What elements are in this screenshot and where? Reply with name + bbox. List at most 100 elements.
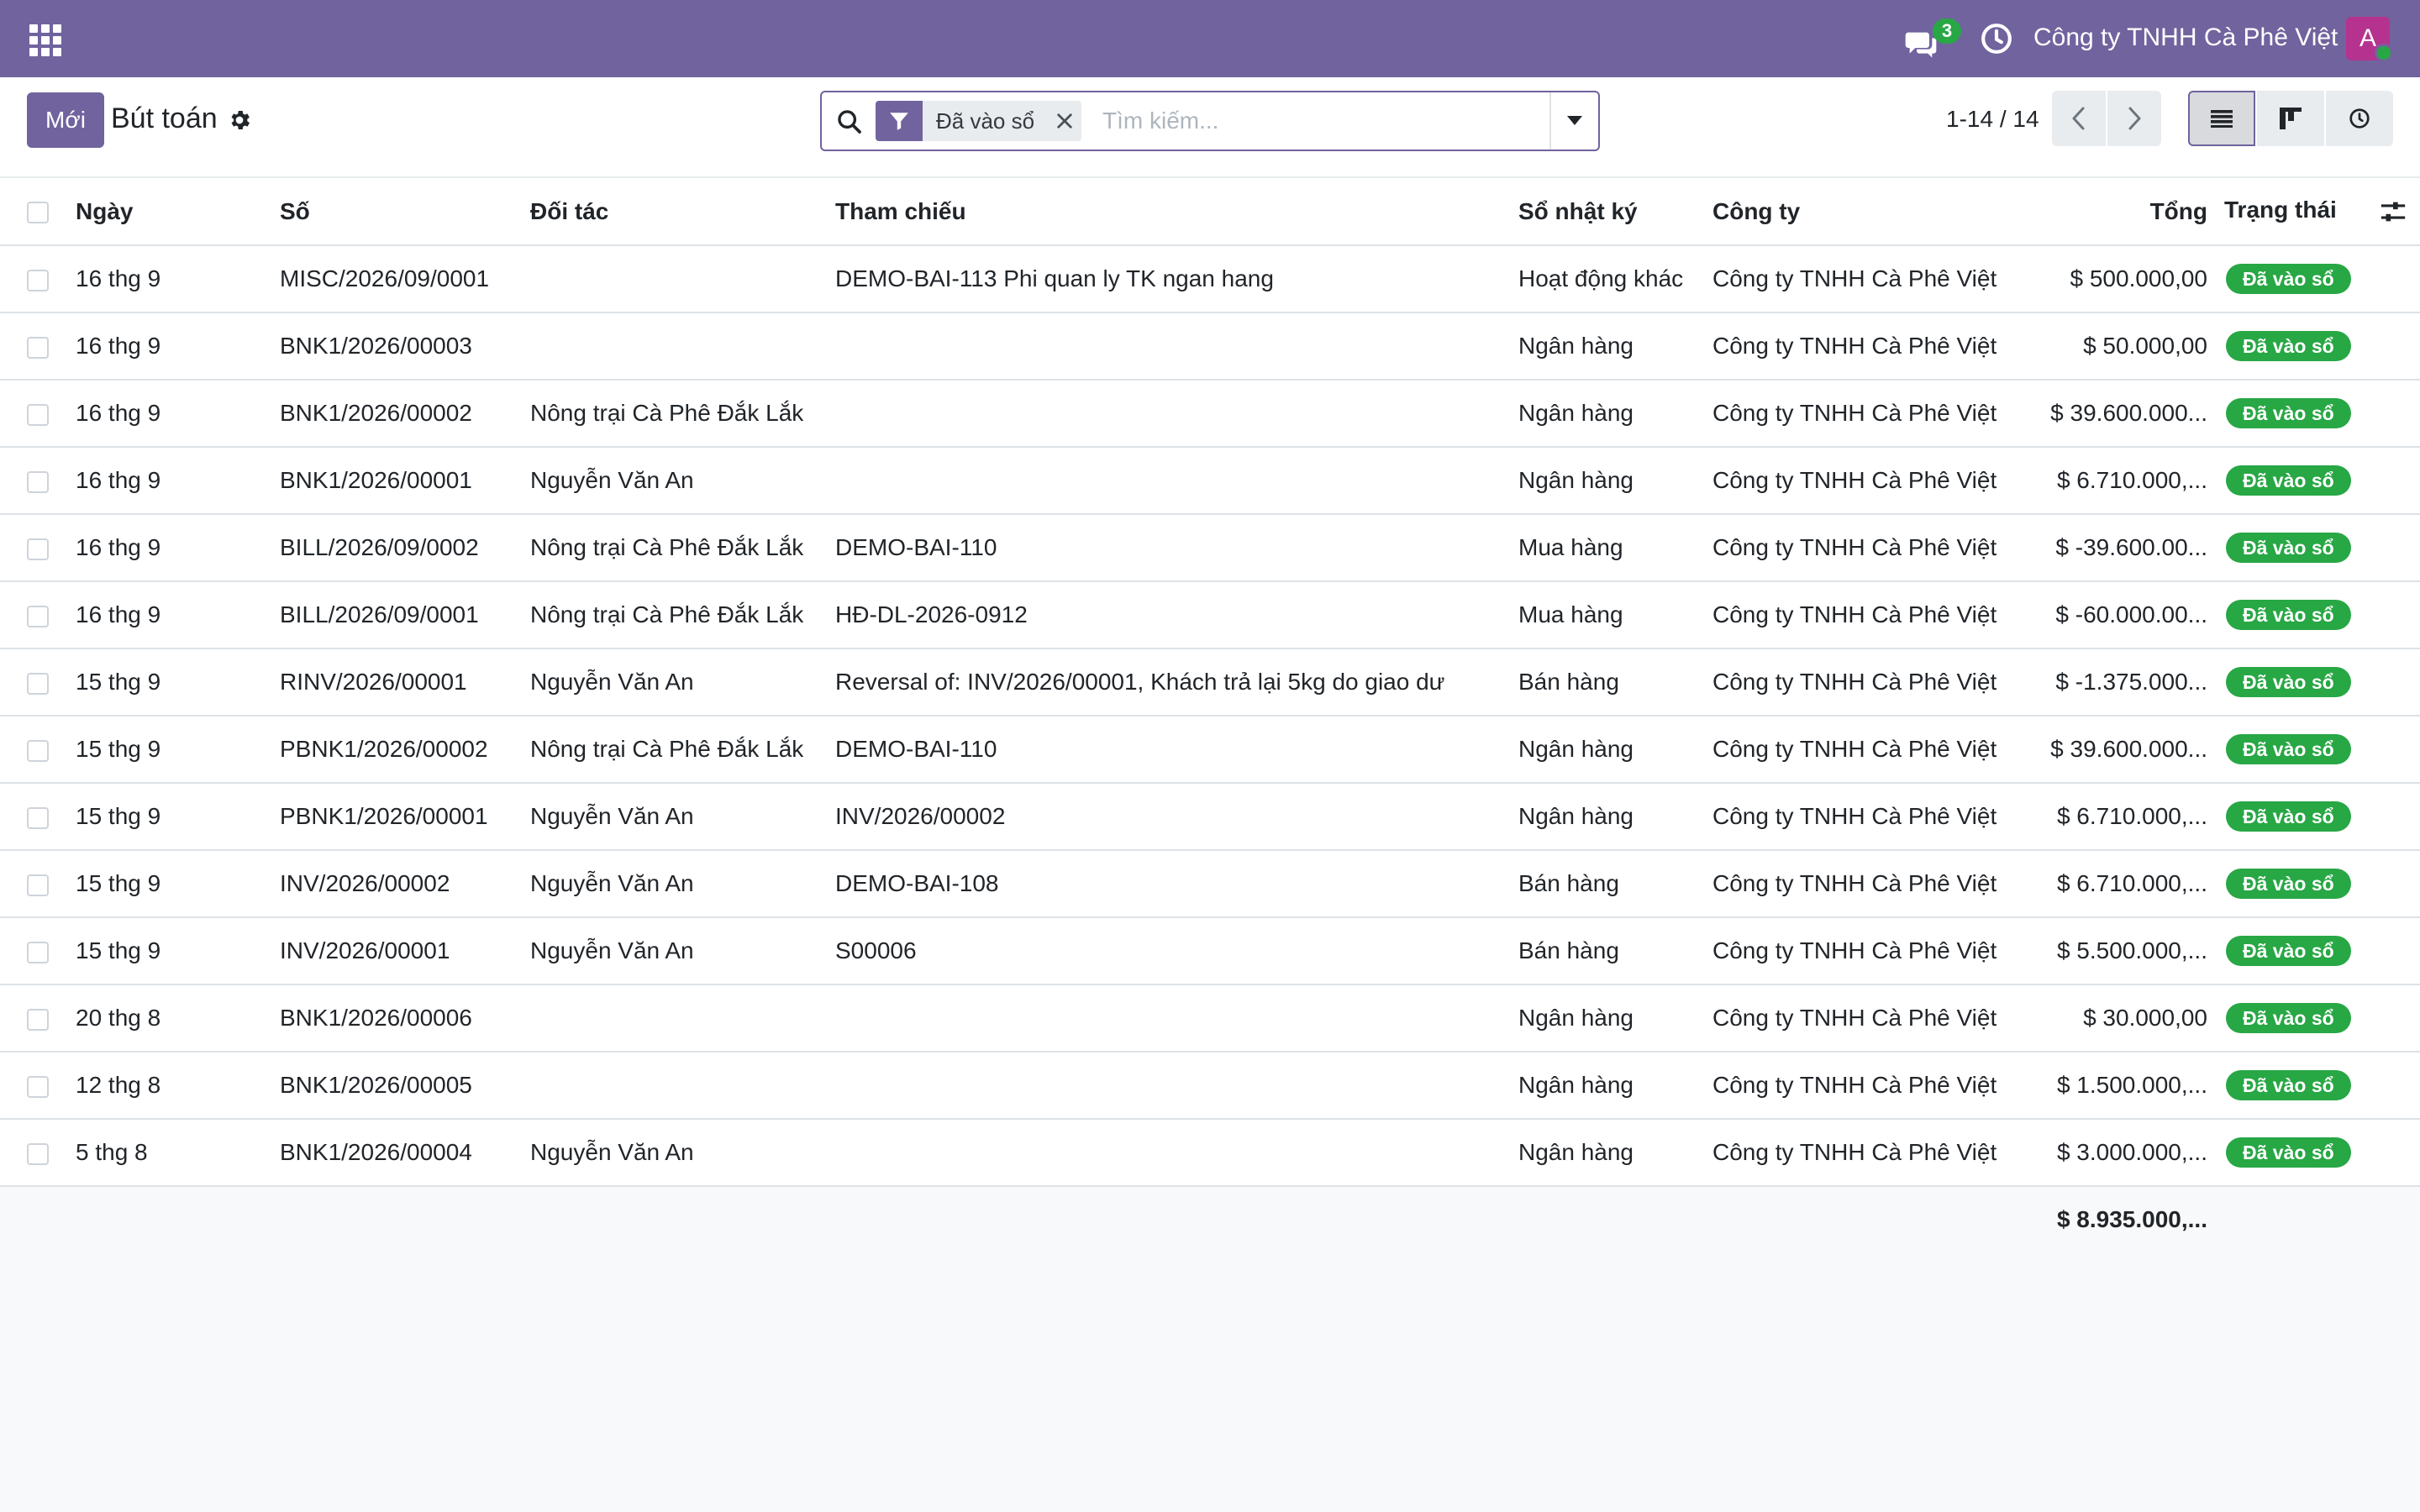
- pager-next-button[interactable]: [2107, 91, 2161, 146]
- cell-date: 16 thg 9: [76, 380, 280, 448]
- cell-company: Công ty TNHH Cà Phê Việt: [1712, 648, 2033, 717]
- table-row[interactable]: 12 thg 8 BNK1/2026/00005 Ngân hàng Công ty …: [0, 1052, 2420, 1120]
- row-checkbox[interactable]: [27, 672, 49, 695]
- table-row[interactable]: 5 thg 8 BNK1/2026/00004 Nguyễn Văn An Ngân …: [0, 1119, 2420, 1187]
- cell-number: BILL/2026/09/0002: [280, 514, 530, 582]
- row-select-cell: [0, 447, 76, 515]
- cell-partner: [530, 1052, 835, 1120]
- row-checkbox[interactable]: [27, 874, 49, 896]
- table-row[interactable]: 15 thg 9 INV/2026/00002 Nguyễn Văn An DEMO-…: [0, 850, 2420, 918]
- footer-total: $ 8.935.000,...: [2033, 1186, 2224, 1252]
- cell-number: BNK1/2026/00005: [280, 1052, 530, 1120]
- cell-journal: Ngân hàng: [1518, 447, 1712, 515]
- row-checkbox[interactable]: [27, 538, 49, 560]
- cell-company: Công ty TNHH Cà Phê Việt: [1712, 783, 2033, 851]
- column-header-company[interactable]: Công ty: [1712, 178, 2033, 246]
- column-options-icon[interactable]: [2379, 197, 2407, 226]
- messaging-menu[interactable]: 3: [1904, 18, 1961, 60]
- status-badge: Đã vào sổ: [2226, 398, 2351, 428]
- select-all-cell: [0, 178, 76, 246]
- cell-journal: Ngân hàng: [1518, 984, 1712, 1053]
- column-header-number[interactable]: Số: [280, 178, 530, 246]
- row-checkbox[interactable]: [27, 470, 49, 493]
- table-row[interactable]: 20 thg 8 BNK1/2026/00006 Ngân hàng Công ty …: [0, 984, 2420, 1053]
- pager-value[interactable]: 1-14 / 14: [1946, 106, 2039, 133]
- status-badge: Đã vào sổ: [2226, 331, 2351, 361]
- cell-number: BNK1/2026/00003: [280, 312, 530, 381]
- column-header-total[interactable]: Tổng: [2033, 178, 2224, 246]
- cell-reference: [835, 312, 1518, 381]
- column-header-reference[interactable]: Tham chiếu: [835, 178, 1518, 246]
- table-row[interactable]: 16 thg 9 BILL/2026/09/0001 Nông trại Cà Ph…: [0, 581, 2420, 649]
- row-checkbox[interactable]: [27, 1075, 49, 1098]
- cell-total: $ 1.500.000,...: [2033, 1052, 2224, 1120]
- activity-view-button[interactable]: [2326, 91, 2393, 146]
- activity-menu[interactable]: [1980, 22, 2013, 55]
- page-title: Bút toán: [111, 102, 218, 134]
- table-row[interactable]: 15 thg 9 PBNK1/2026/00002 Nông trại Cà Phê…: [0, 716, 2420, 784]
- cell-partner: Nông trại Cà Phê Đắk Lắk: [530, 380, 835, 448]
- cell-status: Đã vào sổ: [2224, 1119, 2420, 1187]
- row-checkbox[interactable]: [27, 336, 49, 359]
- column-header-partner[interactable]: Đối tác: [530, 178, 835, 246]
- cell-status: Đã vào sổ: [2224, 514, 2420, 582]
- app-menu-icon[interactable]: [27, 22, 61, 56]
- cell-partner: Nguyễn Văn An: [530, 783, 835, 851]
- cell-journal: Bán hàng: [1518, 917, 1712, 985]
- cell-total: $ 30.000,00: [2033, 984, 2224, 1053]
- kanban-icon: [2280, 108, 2302, 129]
- cell-date: 15 thg 9: [76, 648, 280, 717]
- column-header-date[interactable]: Ngày: [76, 178, 280, 246]
- list-icon: [2211, 110, 2233, 128]
- cell-journal: Bán hàng: [1518, 850, 1712, 918]
- cell-number: BNK1/2026/00001: [280, 447, 530, 515]
- filter-icon: [876, 101, 923, 141]
- table-row[interactable]: 16 thg 9 BILL/2026/09/0002 Nông trại Cà Ph…: [0, 514, 2420, 582]
- new-button[interactable]: Mới: [27, 92, 104, 148]
- table-row[interactable]: 15 thg 9 PBNK1/2026/00001 Nguyễn Văn An INV…: [0, 783, 2420, 851]
- kanban-view-button[interactable]: [2257, 91, 2324, 146]
- cell-company: Công ty TNHH Cà Phê Việt: [1712, 245, 2033, 313]
- search-input[interactable]: [1102, 102, 1523, 139]
- column-header-status[interactable]: Trạng thái: [2224, 197, 2337, 223]
- cell-status: Đã vào sổ: [2224, 716, 2420, 784]
- cell-number: BILL/2026/09/0001: [280, 581, 530, 649]
- select-all-checkbox[interactable]: [27, 202, 49, 224]
- cell-status: Đã vào sổ: [2224, 380, 2420, 448]
- row-checkbox[interactable]: [27, 1008, 49, 1031]
- row-checkbox[interactable]: [27, 739, 49, 762]
- row-checkbox[interactable]: [27, 806, 49, 829]
- row-checkbox[interactable]: [27, 941, 49, 963]
- facet-remove-icon[interactable]: [1048, 101, 1081, 141]
- list-view-button[interactable]: [2188, 91, 2255, 146]
- pager-previous-button[interactable]: [2052, 91, 2106, 146]
- row-checkbox[interactable]: [27, 1142, 49, 1165]
- cell-company: Công ty TNHH Cà Phê Việt: [1712, 312, 2033, 381]
- gear-icon[interactable]: [227, 108, 252, 133]
- row-select-cell: [0, 917, 76, 985]
- row-select-cell: [0, 514, 76, 582]
- cell-journal: Ngân hàng: [1518, 716, 1712, 784]
- table-row[interactable]: 16 thg 9 BNK1/2026/00002 Nông trại Cà Phê …: [0, 380, 2420, 448]
- company-switcher[interactable]: Công ty TNHH Cà Phê Việt: [2033, 24, 2338, 52]
- status-badge: Đã vào sổ: [2226, 869, 2351, 899]
- journal-entries-list: Ngày Số Đối tác Tham chiếu Sổ nhật ký Cô…: [0, 178, 2420, 1252]
- search-icon[interactable]: [835, 108, 864, 136]
- table-row[interactable]: 16 thg 9 BNK1/2026/00001 Nguyễn Văn An Ngân…: [0, 447, 2420, 515]
- table-row[interactable]: 16 thg 9 MISC/2026/09/0001 DEMO-BAI-113 Ph…: [0, 245, 2420, 313]
- row-checkbox[interactable]: [27, 269, 49, 291]
- row-checkbox[interactable]: [27, 605, 49, 627]
- row-checkbox[interactable]: [27, 403, 49, 426]
- search-options-toggle[interactable]: [1549, 92, 1598, 150]
- table-row[interactable]: 15 thg 9 INV/2026/00001 Nguyễn Văn An S0000…: [0, 917, 2420, 985]
- row-select-cell: [0, 1052, 76, 1120]
- column-header-journal[interactable]: Sổ nhật ký: [1518, 178, 1712, 246]
- status-badge: Đã vào sổ: [2226, 264, 2351, 294]
- table-row[interactable]: 16 thg 9 BNK1/2026/00003 Ngân hàng Công ty …: [0, 312, 2420, 381]
- control-panel: Mới Bút toán Đã vào sổ 1-14 / 14: [0, 77, 2420, 178]
- table-row[interactable]: 15 thg 9 RINV/2026/00001 Nguyễn Văn An Reve…: [0, 648, 2420, 717]
- cell-total: $ 50.000,00: [2033, 312, 2224, 381]
- cell-status: Đã vào sổ: [2224, 850, 2420, 918]
- cell-partner: [530, 312, 835, 381]
- cell-company: Công ty TNHH Cà Phê Việt: [1712, 716, 2033, 784]
